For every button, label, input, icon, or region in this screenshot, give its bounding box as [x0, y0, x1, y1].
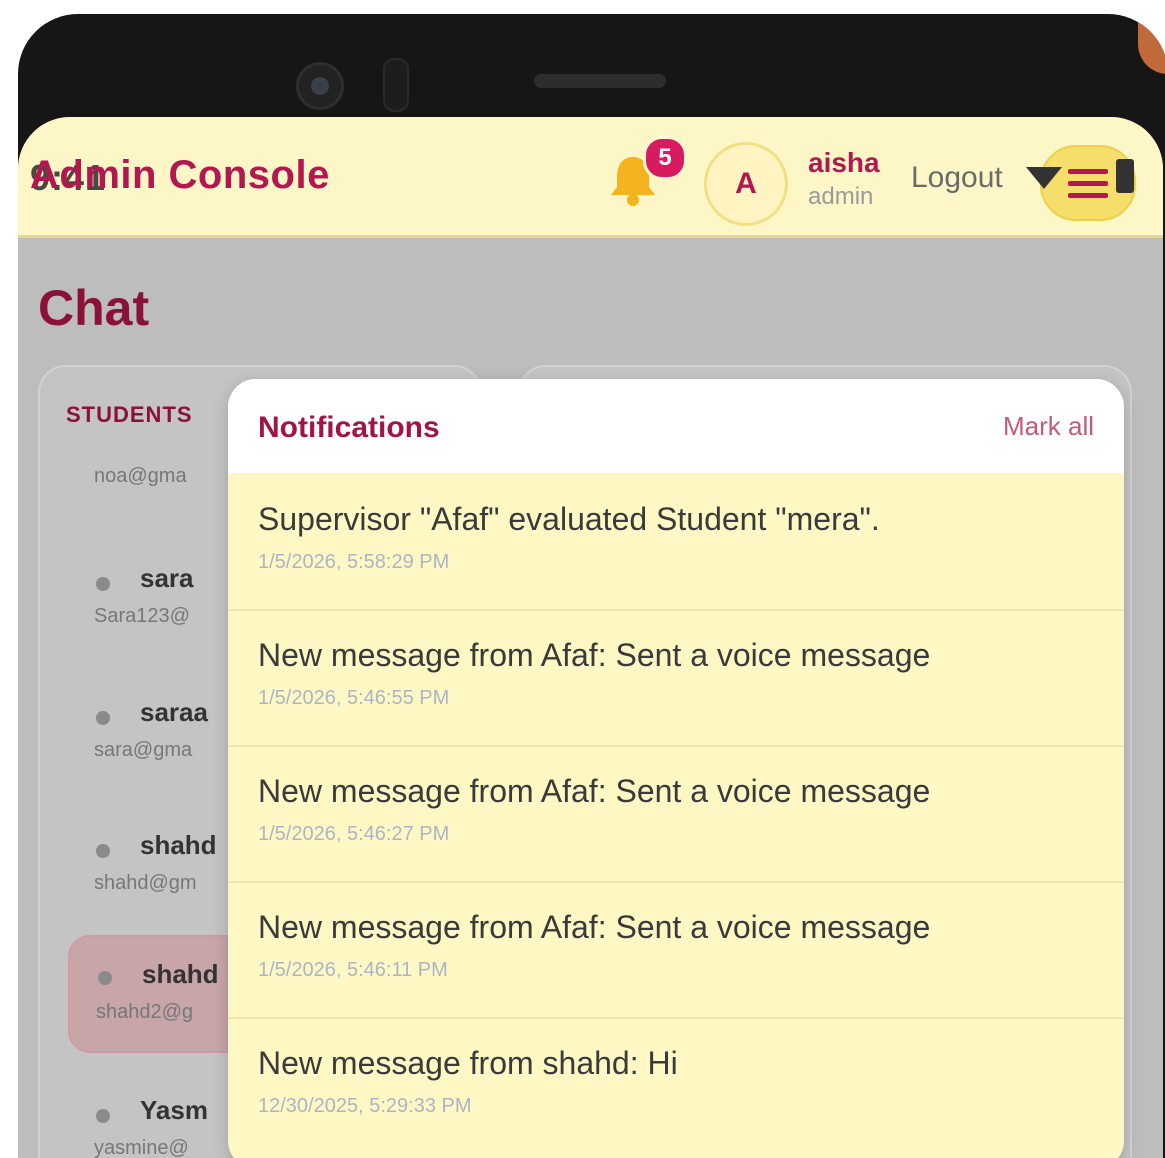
wifi-icon: [1026, 163, 1062, 189]
notification-message: New message from shahd: Hi: [258, 1045, 678, 1081]
notification-item[interactable]: New message from Afaf: Sent a voice mess…: [228, 745, 1124, 883]
page-title: Chat: [38, 280, 150, 336]
notifications-dropdown: Notifications Mark all Supervisor "Afaf"…: [228, 379, 1124, 1158]
notifications-header: Notifications Mark all: [228, 379, 1124, 473]
user-role: admin: [808, 183, 874, 210]
notification-item[interactable]: New message from Afaf: Sent a voice mess…: [228, 609, 1124, 747]
student-email: yasmine@: [94, 1137, 189, 1158]
user-name: aisha: [808, 147, 880, 178]
logout-button[interactable]: Logout: [911, 161, 1003, 195]
student-email: shahd@gm: [94, 872, 197, 894]
mark-all-button[interactable]: Mark all: [1003, 411, 1094, 442]
device-edge: [1138, 14, 1165, 74]
students-header: STUDENTS: [66, 402, 193, 427]
front-camera: [296, 62, 344, 110]
earpiece-speaker: [534, 74, 666, 88]
avatar[interactable]: A: [704, 142, 788, 226]
student-name: sara: [140, 563, 194, 593]
hamburger-menu-icon-bar: [1068, 193, 1108, 198]
notification-time: 1/5/2026, 5:46:55 PM: [258, 687, 450, 709]
student-name: shahd: [142, 959, 219, 989]
student-name: Yasm: [140, 1095, 208, 1125]
status-dot: [96, 577, 110, 591]
status-dot: [96, 1109, 110, 1123]
avatar-initial: A: [735, 167, 757, 200]
status-dot: [96, 711, 110, 725]
notification-item[interactable]: New message from shahd: Hi 12/30/2025, 5…: [228, 1017, 1124, 1153]
notification-time: 1/5/2026, 5:46:11 PM: [258, 959, 448, 981]
app-screen: 9:41 Admin Console 5 A aisha admin Logou…: [18, 117, 1163, 1158]
app-header: 9:41 Admin Console 5 A aisha admin Logou…: [18, 117, 1163, 238]
hamburger-menu-icon-bar: [1068, 181, 1108, 186]
hamburger-menu-icon: [1068, 169, 1108, 174]
notification-item[interactable]: New message from Afaf: Sent a voice mess…: [228, 881, 1124, 1019]
notification-time: 1/5/2026, 5:58:29 PM: [258, 551, 450, 573]
notification-item[interactable]: Supervisor "Afaf" evaluated Student "mer…: [228, 473, 1124, 611]
notification-time: 12/30/2025, 5:29:33 PM: [258, 1095, 472, 1117]
student-email: noa@gma: [94, 465, 187, 487]
status-dot: [96, 844, 110, 858]
notification-message: Supervisor "Afaf" evaluated Student "mer…: [258, 501, 880, 537]
proximity-sensor: [383, 58, 409, 112]
notification-message: New message from Afaf: Sent a voice mess…: [258, 909, 931, 945]
notification-time: 1/5/2026, 5:46:27 PM: [258, 823, 450, 845]
notification-message: New message from Afaf: Sent a voice mess…: [258, 637, 931, 673]
student-email: Sara123@: [94, 605, 190, 627]
student-email: shahd2@g: [96, 1001, 194, 1023]
battery-icon: [1116, 159, 1134, 193]
student-email: sara@gma: [94, 739, 193, 761]
app-title: Admin Console: [30, 153, 330, 197]
phone-frame: 9:41 Admin Console 5 A aisha admin Logou…: [18, 14, 1165, 1158]
status-dot: [98, 971, 112, 985]
notification-message: New message from Afaf: Sent a voice mess…: [258, 773, 931, 809]
student-name: shahd: [140, 830, 217, 860]
notifications-title: Notifications: [258, 411, 440, 444]
notification-count-badge: 5: [643, 136, 687, 180]
student-name: saraa: [140, 697, 208, 727]
